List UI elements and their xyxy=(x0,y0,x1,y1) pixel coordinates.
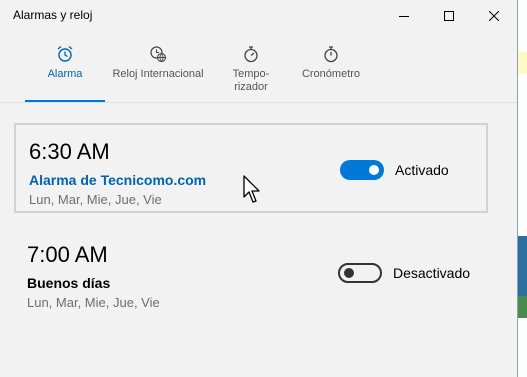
mouse-pointer-icon xyxy=(243,175,260,203)
toggle-knob xyxy=(369,165,379,175)
tab-stopwatch-label: Cronómetro xyxy=(301,68,361,80)
background-panel xyxy=(518,52,527,74)
close-icon xyxy=(489,11,499,21)
alarm-state-label: Activado xyxy=(395,162,449,178)
alarm-days: Lun, Mar, Mie, Jue, Vie xyxy=(29,192,162,207)
tab-stopwatch[interactable]: Cronómetro xyxy=(290,32,372,102)
tab-world-clock[interactable]: Reloj Internacional xyxy=(105,32,211,102)
stopwatch-icon xyxy=(324,46,338,63)
minimize-button[interactable] xyxy=(381,0,427,32)
app-window: Alarmas y reloj Alarma Reloj Internacion… xyxy=(0,0,517,377)
active-tab-indicator xyxy=(25,100,105,102)
maximize-button[interactable] xyxy=(426,0,472,32)
alarm-name: Alarma de Tecnicomo.com xyxy=(29,172,207,188)
background-panel xyxy=(518,236,527,296)
tab-timer-label: Tempo- rizador xyxy=(232,68,270,93)
background-window xyxy=(517,0,527,377)
alarm-name: Buenos días xyxy=(27,275,111,291)
close-button[interactable] xyxy=(471,0,517,32)
world-clock-icon xyxy=(150,46,167,63)
timer-icon xyxy=(244,46,258,63)
window-title: Alarmas y reloj xyxy=(13,8,93,22)
alarm-state-label: Desactivado xyxy=(393,265,471,281)
tab-world-clock-label: Reloj Internacional xyxy=(112,68,204,80)
alarm-days: Lun, Mar, Mie, Jue, Vie xyxy=(27,295,160,310)
alarm-item[interactable]: 7:00 AM Buenos días Lun, Mar, Mie, Jue, … xyxy=(14,228,488,318)
toggle-knob xyxy=(344,268,354,278)
alarm-time: 7:00 AM xyxy=(27,242,108,267)
title-bar[interactable]: Alarmas y reloj xyxy=(0,0,517,32)
alarm-time: 6:30 AM xyxy=(29,139,110,164)
tab-bar: Alarma Reloj Internacional Tempo- rizado… xyxy=(0,32,517,103)
tab-alarm[interactable]: Alarma xyxy=(25,32,105,102)
alarm-clock-icon xyxy=(57,45,73,62)
maximize-icon xyxy=(444,11,454,21)
minimize-icon xyxy=(399,16,409,17)
background-panel xyxy=(518,296,527,318)
tab-alarm-label: Alarma xyxy=(47,68,83,80)
tab-timer[interactable]: Tempo- rizador xyxy=(222,32,280,102)
alarm-toggle[interactable] xyxy=(338,263,382,283)
background-panel xyxy=(518,0,527,40)
alarm-toggle[interactable] xyxy=(340,160,384,180)
